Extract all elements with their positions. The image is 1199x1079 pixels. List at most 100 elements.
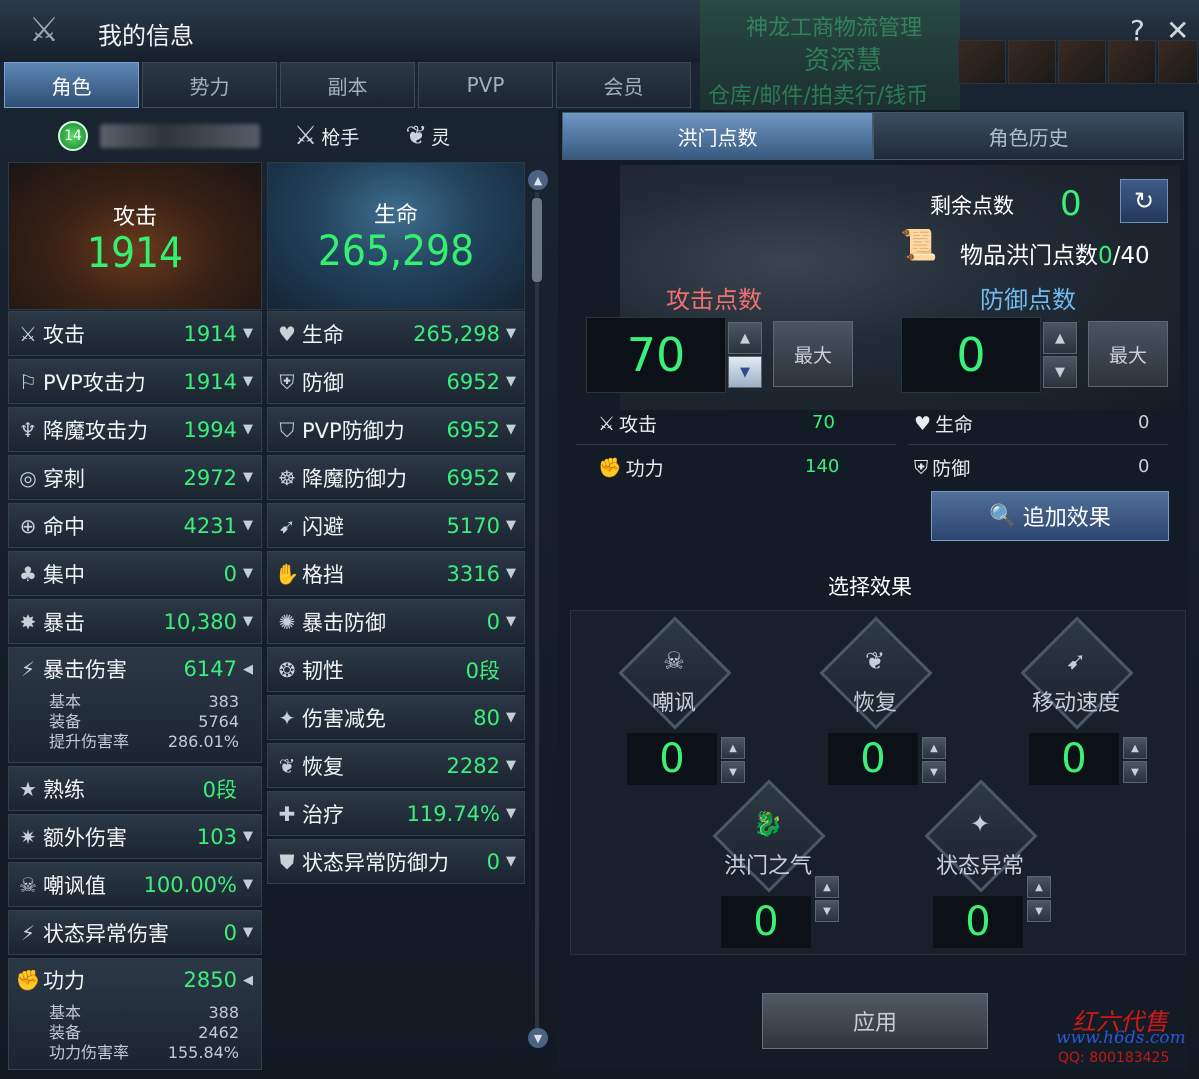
tenacity-icon: ❂ xyxy=(278,657,296,682)
effect-up-button[interactable]: ▲ xyxy=(815,876,839,898)
effect-down-button[interactable]: ▼ xyxy=(922,761,946,783)
expand-arrow-icon[interactable]: ▼ xyxy=(243,566,261,581)
tab-character[interactable]: 角色 xyxy=(4,62,139,108)
stat-row-demon-defense[interactable]: ☸ 降魔防御力 6952 ▼ xyxy=(267,455,525,500)
stat-row-heal[interactable]: ✚ 治疗 119.74% ▼ xyxy=(267,791,525,836)
stat-row-power[interactable]: ✊ 功力 2850 ◀ xyxy=(9,959,261,1001)
stat-row-hp[interactable]: ♥ 生命 265,298 ▼ xyxy=(267,311,525,356)
effect-down-button[interactable]: ▼ xyxy=(1027,900,1051,922)
scroll-item-icon: 📜 xyxy=(900,228,938,263)
stat-row-pvp-attack[interactable]: ⚐ PVP攻击力 1914 ▼ xyxy=(8,359,262,404)
expand-arrow-icon[interactable]: ▼ xyxy=(506,518,524,533)
expand-arrow-icon[interactable]: ▼ xyxy=(243,614,261,629)
stat-row-crit-defense[interactable]: ✺ 暴击防御 0 ▼ xyxy=(267,599,525,644)
effect-up-button[interactable]: ▲ xyxy=(922,737,946,759)
heart-icon: ♥ xyxy=(914,412,932,435)
expand-arrow-icon[interactable]: ▼ xyxy=(243,925,261,940)
stat-row-demon-attack[interactable]: ♆ 降魔攻击力 1994 ▼ xyxy=(8,407,262,452)
effect-recovery: ❦ 恢复 0 ▲ ▼ xyxy=(800,616,950,787)
attack-points-up-button[interactable]: ▲ xyxy=(728,322,762,354)
item-points-max: /40 xyxy=(1112,243,1150,269)
expand-arrow-icon[interactable]: ▼ xyxy=(506,566,524,581)
attack-summary-value: 1914 xyxy=(86,228,184,277)
expand-arrow-icon[interactable]: ▼ xyxy=(506,326,524,341)
character-info-window: 神龙工商物流管理 资深慧 仓库/邮件/拍卖行/钱币 ⚔ 我的信息 ? ✕ 角色 … xyxy=(0,0,1199,1079)
tab-character-history[interactable]: 角色历史 xyxy=(873,112,1184,160)
expand-arrow-icon[interactable]: ▼ xyxy=(506,614,524,629)
stat-row-defense[interactable]: ⛨ 防御 6952 ▼ xyxy=(267,359,525,404)
expand-arrow-icon[interactable]: ▼ xyxy=(243,374,261,389)
stat-row-extra-damage[interactable]: ✷ 额外伤害 103 ▼ xyxy=(8,814,262,859)
tab-dungeon[interactable]: 副本 xyxy=(280,62,415,108)
stat-row-evade[interactable]: ➹ 闪避 5170 ▼ xyxy=(267,503,525,548)
tab-faction[interactable]: 势力 xyxy=(142,62,277,108)
divider xyxy=(576,444,896,445)
expand-arrow-icon[interactable]: ▼ xyxy=(506,758,524,773)
expand-arrow-icon[interactable]: ▼ xyxy=(506,470,524,485)
defense-points-down-button[interactable]: ▼ xyxy=(1043,356,1077,388)
bonus-hp-value: 0 xyxy=(1138,412,1150,433)
expand-arrow-icon[interactable]: ▼ xyxy=(243,326,261,341)
stat-row-status-defense[interactable]: ⛊ 状态异常防御力 0 ▼ xyxy=(267,839,525,884)
attack-max-button[interactable]: 最大 xyxy=(773,321,853,387)
stat-row-critical-damage[interactable]: ⚡ 暴击伤害 6147 ◀ xyxy=(9,648,261,690)
scroll-down-icon[interactable]: ▼ xyxy=(528,1028,548,1048)
window-title: 我的信息 xyxy=(98,22,194,50)
stat-row-pierce[interactable]: ◎ 穿刺 2972 ▼ xyxy=(8,455,262,500)
critical-damage-detail: 基本 383 装备 5764 提升伤害率 286.01% xyxy=(9,690,261,752)
stat-row-tenacity[interactable]: ❂ 韧性 0段 xyxy=(267,647,525,692)
effect-down-button[interactable]: ▼ xyxy=(721,761,745,783)
main-tabs: 角色 势力 副本 PVP 会员 xyxy=(4,62,691,108)
stat-row-threat[interactable]: ☠ 嘲讽值 100.00% ▼ xyxy=(8,862,262,907)
expand-arrow-icon[interactable]: ▼ xyxy=(506,710,524,725)
stat-row-focus[interactable]: ♣ 集中 0 ▼ xyxy=(8,551,262,596)
attack-points-down-button[interactable]: ▼ xyxy=(728,356,762,388)
help-button[interactable]: ? xyxy=(1130,14,1145,47)
tab-pvp[interactable]: PVP xyxy=(418,62,553,108)
tab-membership[interactable]: 会员 xyxy=(556,62,691,108)
expand-arrow-icon[interactable]: ▼ xyxy=(243,829,261,844)
pierce-icon: ◎ xyxy=(19,465,37,490)
apply-button[interactable]: 应用 xyxy=(762,993,988,1049)
expand-arrow-icon[interactable]: ▼ xyxy=(506,374,524,389)
background-scene: 神龙工商物流管理 资深慧 仓库/邮件/拍卖行/钱币 xyxy=(700,0,960,110)
expand-arrow-icon[interactable]: ▼ xyxy=(506,806,524,821)
add-effect-button[interactable]: 🔍 追加效果 xyxy=(931,491,1169,541)
close-button[interactable]: ✕ xyxy=(1166,14,1189,47)
effect-up-button[interactable]: ▲ xyxy=(721,737,745,759)
expand-arrow-icon[interactable]: ▼ xyxy=(506,854,524,869)
effect-up-button[interactable]: ▲ xyxy=(1027,876,1051,898)
effect-down-button[interactable]: ▼ xyxy=(1123,761,1147,783)
effect-down-button[interactable]: ▼ xyxy=(815,900,839,922)
scroll-thumb[interactable] xyxy=(532,198,542,282)
stat-row-status-damage[interactable]: ⚡ 状态异常伤害 0 ▼ xyxy=(8,910,262,955)
stat-row-accuracy[interactable]: ⊕ 命中 4231 ▼ xyxy=(8,503,262,548)
stat-row-pvp-defense[interactable]: ⛉ PVP防御力 6952 ▼ xyxy=(267,407,525,452)
effect-value: 0 xyxy=(1029,733,1119,785)
expand-arrow-icon[interactable]: ▼ xyxy=(243,470,261,485)
stat-row-attack[interactable]: ⚔ 攻击 1914 ▼ xyxy=(8,311,262,356)
stats-scrollbar[interactable]: ▲ ▼ xyxy=(528,168,548,1054)
stat-row-recovery[interactable]: ❦ 恢复 2282 ▼ xyxy=(267,743,525,788)
expand-arrow-icon[interactable]: ▼ xyxy=(243,518,261,533)
scroll-up-icon[interactable]: ▲ xyxy=(528,170,548,190)
stat-row-block[interactable]: ✋ 格挡 3316 ▼ xyxy=(267,551,525,596)
expand-arrow-icon[interactable]: ▼ xyxy=(243,422,261,437)
recovery-icon: ❦ xyxy=(278,753,296,778)
tab-hongmen-points[interactable]: 洪门点数 xyxy=(562,112,873,160)
defense-max-button[interactable]: 最大 xyxy=(1088,321,1168,387)
reset-button[interactable]: ↻ xyxy=(1120,179,1168,223)
stat-row-damage-reduction[interactable]: ✦ 伤害减免 80 ▼ xyxy=(267,695,525,740)
remaining-points-label: 剩余点数 xyxy=(930,194,1014,218)
stat-row-critical[interactable]: ✸ 暴击 10,380 ▼ xyxy=(8,599,262,644)
defense-points-up-button[interactable]: ▲ xyxy=(1043,322,1077,354)
mastery-icon: ★ xyxy=(19,776,37,801)
effect-up-button[interactable]: ▲ xyxy=(1123,737,1147,759)
background-text: 资深慧 xyxy=(804,46,883,76)
collapse-arrow-icon[interactable]: ◀ xyxy=(243,973,261,988)
sprout-icon: ❦ xyxy=(864,647,886,675)
expand-arrow-icon[interactable]: ▼ xyxy=(506,422,524,437)
expand-arrow-icon[interactable]: ▼ xyxy=(243,877,261,892)
collapse-arrow-icon[interactable]: ◀ xyxy=(243,662,261,677)
stat-row-mastery[interactable]: ★ 熟练 0段 xyxy=(8,766,262,811)
